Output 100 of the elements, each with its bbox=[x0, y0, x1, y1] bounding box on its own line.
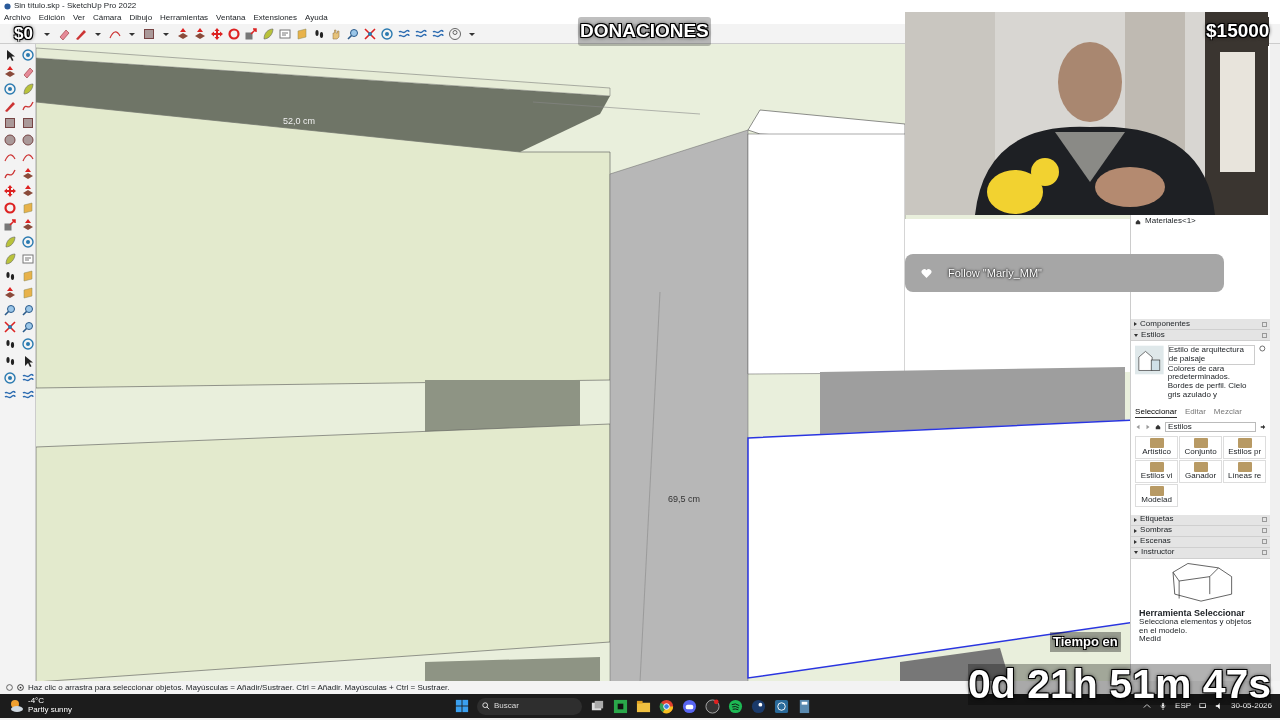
scale-icon[interactable] bbox=[244, 26, 258, 41]
app-icon[interactable] bbox=[613, 698, 629, 714]
orbit-icon[interactable] bbox=[3, 371, 17, 385]
rotate-icon[interactable] bbox=[227, 26, 241, 41]
dimension-label: 52,0 cm bbox=[283, 116, 315, 126]
menu-item[interactable]: Cámara bbox=[92, 12, 122, 24]
move-icon[interactable] bbox=[210, 26, 224, 41]
push-pull-icon[interactable] bbox=[176, 26, 190, 41]
magnifier-icon[interactable] bbox=[21, 320, 35, 334]
status-text: Haz clic o arrastra para seleccionar objetos. Mayúsculas = Añadir/Sustraer. Ctrl = Añadir. Mayúsculas + Ctrl = Sustraer. bbox=[28, 681, 450, 694]
menu-item[interactable]: Herramientas bbox=[160, 12, 209, 24]
heart-icon bbox=[921, 267, 932, 279]
magnifier-icon[interactable] bbox=[3, 303, 17, 317]
start-icon[interactable] bbox=[455, 699, 470, 713]
window-title: Sin título.skp - SketchUp Pro 2022 bbox=[14, 0, 137, 12]
rectangle-icon[interactable] bbox=[3, 116, 17, 130]
forward-icon[interactable] bbox=[1145, 423, 1152, 430]
magnifier-icon[interactable] bbox=[21, 303, 35, 317]
alert-text: Follow "Marly_MM" bbox=[948, 265, 1042, 281]
push-pull-icon[interactable] bbox=[3, 65, 17, 79]
panel-header[interactable]: Sombras bbox=[1131, 525, 1271, 537]
orbit-icon[interactable] bbox=[3, 82, 17, 96]
footprints-icon[interactable] bbox=[3, 354, 17, 368]
collection-dropdown[interactable]: Estilos bbox=[1165, 421, 1257, 433]
tape-measure-icon[interactable] bbox=[3, 235, 17, 249]
push-pull-icon[interactable] bbox=[193, 26, 207, 41]
magnifier-icon[interactable] bbox=[346, 26, 360, 41]
orbit-icon[interactable] bbox=[21, 48, 35, 62]
game-store-icon[interactable] bbox=[751, 698, 767, 714]
pencil-icon[interactable] bbox=[3, 99, 17, 113]
home-icon[interactable] bbox=[1155, 423, 1162, 430]
menu-item[interactable]: Edición bbox=[38, 12, 65, 24]
menu-item[interactable]: Ventana bbox=[216, 12, 246, 24]
move-icon[interactable] bbox=[3, 184, 17, 198]
user-icon[interactable] bbox=[448, 26, 462, 41]
app-icon[interactable] bbox=[705, 698, 721, 714]
timer-label: Tiempo en bbox=[1050, 632, 1121, 652]
circle-icon[interactable] bbox=[21, 133, 35, 147]
orbit-icon[interactable] bbox=[380, 26, 394, 41]
tape-measure-icon[interactable] bbox=[21, 82, 35, 96]
details-arrow-icon[interactable] bbox=[1260, 423, 1267, 430]
back-icon[interactable] bbox=[1135, 423, 1142, 430]
panel-header[interactable]: Escenas bbox=[1131, 536, 1271, 548]
rectangle-icon[interactable] bbox=[21, 116, 35, 130]
footprints-icon[interactable] bbox=[3, 269, 17, 283]
push-pull-icon[interactable] bbox=[21, 167, 35, 181]
search-icon bbox=[482, 702, 491, 710]
weather-icon[interactable] bbox=[8, 698, 24, 714]
panel-header[interactable]: Etiquetas bbox=[1131, 514, 1271, 526]
menu-item[interactable]: Ver bbox=[72, 12, 85, 24]
weather-text: Partly sunny bbox=[28, 706, 73, 715]
home-icon[interactable] bbox=[1135, 218, 1142, 225]
rotate-icon[interactable] bbox=[3, 201, 17, 215]
orbit-icon[interactable] bbox=[21, 235, 35, 249]
style-folder[interactable]: Conjunto bbox=[1179, 436, 1223, 460]
style-folder[interactable]: Ganador bbox=[1179, 460, 1223, 483]
instructor-text: Selecciona elementos y objetos en el modelo. bbox=[1139, 617, 1253, 636]
style-tab[interactable]: Seleccionar bbox=[1135, 407, 1177, 418]
menu-item[interactable]: Dibujo bbox=[129, 12, 153, 24]
freehand-icon[interactable] bbox=[21, 99, 35, 113]
materials-dropdown[interactable]: Materiales<1> bbox=[1145, 217, 1196, 226]
chat-icon[interactable] bbox=[682, 698, 698, 714]
instructor-title: Herramienta Seleccionar bbox=[1139, 608, 1246, 618]
style-folder[interactable]: Artístico bbox=[1135, 436, 1179, 460]
style-description: Colores de cara predeterminados. Bordes de perfil. Cielo gris azulado y bbox=[1167, 364, 1248, 400]
style-folder[interactable]: Líneas re bbox=[1223, 460, 1267, 483]
panel-header[interactable]: Instructor bbox=[1131, 547, 1271, 559]
style-preview-icon bbox=[1135, 345, 1164, 375]
style-folder[interactable]: Estilos vi bbox=[1135, 460, 1179, 483]
menu-item[interactable]: Ayuda bbox=[305, 12, 328, 24]
help-icon[interactable] bbox=[17, 684, 24, 691]
menu-item[interactable]: Archivo bbox=[4, 12, 31, 24]
panel-header[interactable]: Componentes bbox=[1131, 319, 1271, 330]
rectangle-icon[interactable] bbox=[142, 26, 156, 41]
search-field[interactable]: Buscar bbox=[477, 697, 583, 715]
app-icon[interactable] bbox=[774, 698, 790, 714]
tape-measure-icon[interactable] bbox=[261, 26, 275, 41]
temperature: -4°C bbox=[28, 697, 46, 706]
footprints-icon[interactable] bbox=[3, 337, 17, 351]
panel-header[interactable]: Estilos bbox=[1131, 330, 1271, 341]
scale-icon[interactable] bbox=[3, 218, 17, 232]
push-pull-icon[interactable] bbox=[3, 286, 17, 300]
style-tab[interactable]: Mezclar bbox=[1213, 407, 1242, 418]
music-icon[interactable] bbox=[728, 698, 744, 714]
zoom-extents-icon[interactable] bbox=[363, 26, 377, 41]
instructor-subheading: Medid bbox=[1139, 635, 1162, 645]
style-tab[interactable]: Editar bbox=[1184, 407, 1206, 418]
push-pull-icon[interactable] bbox=[21, 218, 35, 232]
style-folder[interactable]: Estilos pr bbox=[1223, 436, 1267, 460]
push-pull-icon[interactable] bbox=[21, 184, 35, 198]
style-name-field[interactable]: Estilo de arquitectura de paisaje bbox=[1167, 345, 1256, 365]
folder-icon[interactable] bbox=[636, 698, 652, 714]
style-folder[interactable]: Modelad bbox=[1135, 483, 1179, 507]
menu-item[interactable]: Extensiones bbox=[253, 12, 298, 24]
browser-icon[interactable] bbox=[659, 698, 675, 714]
orbit-icon[interactable] bbox=[21, 337, 35, 351]
circle-icon[interactable] bbox=[3, 133, 17, 147]
zoom-extents-icon[interactable] bbox=[3, 320, 17, 334]
freehand-icon[interactable] bbox=[3, 167, 17, 181]
dimension-label: 69,5 cm bbox=[668, 494, 700, 504]
